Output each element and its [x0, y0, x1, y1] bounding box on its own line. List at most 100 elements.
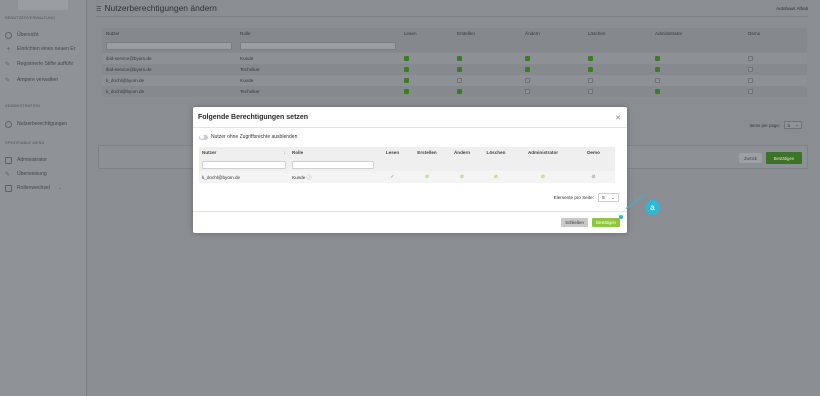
- permission-cell: [584, 53, 651, 64]
- sidebar-item-label: Übersicht: [17, 32, 39, 38]
- admin-cell[interactable]: ⊘: [514, 171, 572, 183]
- hide-users-toggle[interactable]: [199, 134, 208, 140]
- role-cell: Techniker: [240, 89, 260, 94]
- hamburger-icon[interactable]: ☰: [96, 7, 101, 13]
- table-row[interactable]: k_dochl@byom.de Kunde: [102, 75, 807, 86]
- checkbox-checked[interactable]: [457, 67, 462, 73]
- checkbox-unchecked[interactable]: [748, 78, 753, 84]
- permission-cell: [521, 86, 584, 97]
- user-filter-input[interactable]: [106, 42, 232, 50]
- delete-cell[interactable]: ⊘: [478, 171, 514, 183]
- checkbox-unchecked[interactable]: [457, 78, 462, 84]
- checkbox-checked[interactable]: [457, 56, 462, 62]
- checkbox-checked[interactable]: [655, 89, 660, 95]
- column-header[interactable]: Nutzer: [102, 28, 236, 39]
- table-row[interactable]: ibid-service@byom.de Techniker: [102, 64, 807, 75]
- sidebar-logo-bar: [18, 0, 68, 10]
- checkbox-checked[interactable]: [404, 89, 409, 95]
- table-header-row: Nutzer ↓ Rolle Lesen Erstellen Ändern Lös…: [199, 147, 615, 158]
- sidebar-item-permissions[interactable]: Nutzerberechtigungen: [0, 117, 87, 131]
- column-header: Lesen: [404, 31, 417, 36]
- column-header: Ändern: [446, 147, 478, 158]
- checkbox-checked[interactable]: [588, 67, 593, 73]
- permissions-table: Nutzer Rolle Lesen Erstellen Ändern Lösc…: [102, 28, 807, 97]
- checkbox-checked[interactable]: [457, 89, 462, 95]
- back-button[interactable]: Zurück: [739, 153, 762, 163]
- overview-icon: [5, 31, 12, 39]
- table-row[interactable]: ibid-service@byom.de Kunde: [102, 53, 807, 64]
- sidebar-item-administrator[interactable]: Administrator: [0, 153, 87, 167]
- permission-cell: [651, 64, 744, 75]
- checkmark-icon: ✓: [390, 174, 395, 180]
- checkbox-unchecked[interactable]: [655, 78, 660, 84]
- checkbox-unchecked[interactable]: [588, 78, 593, 84]
- column-header: Erstellen: [457, 31, 475, 36]
- sidebar-section-title: ADMINISTRATION: [5, 104, 41, 108]
- divider: [193, 127, 627, 128]
- sidebar: BENUTZERVERWALTUNG Übersicht + Einrichte…: [0, 0, 87, 396]
- checkbox-unchecked[interactable]: [525, 89, 530, 95]
- items-per-page-select[interactable]: 5 ⌄: [784, 121, 802, 129]
- read-cell[interactable]: ✓: [377, 171, 408, 183]
- column-header-user[interactable]: Nutzer ↓: [199, 147, 289, 158]
- permission-cell: [453, 75, 521, 86]
- plus-icon: +: [6, 45, 11, 53]
- confirm-button[interactable]: Bestätigen: [766, 152, 802, 164]
- permission-cell: [584, 86, 651, 97]
- sidebar-section-title: SPEZIFIABLE MENÜ: [5, 141, 45, 145]
- edit-cell[interactable]: ⊘: [446, 171, 478, 183]
- close-icon[interactable]: ✕: [615, 114, 621, 122]
- checkbox-unchecked[interactable]: [748, 89, 753, 95]
- checkbox-checked[interactable]: [404, 67, 409, 73]
- checkbox-unchecked[interactable]: [588, 89, 593, 95]
- sidebar-item-ampere[interactable]: Ampere verwalten: [0, 73, 87, 87]
- demo-cell[interactable]: ⊘: [572, 171, 615, 183]
- sidebar-item-new-setup[interactable]: + Einrichten eines neuen Er: [0, 42, 87, 56]
- checkbox-unchecked[interactable]: [748, 56, 753, 62]
- apply-button[interactable]: Bestätigen: [592, 218, 620, 227]
- page-title: ☰ Nutzerberechtigungen ändern: [96, 3, 217, 13]
- checkbox-checked[interactable]: [404, 56, 409, 62]
- user-name[interactable]: Autohaus Albati: [776, 6, 808, 11]
- checkbox-checked[interactable]: [404, 78, 409, 84]
- checkbox-checked[interactable]: [588, 56, 593, 62]
- check-circle-icon: ⊘: [459, 174, 465, 180]
- column-header[interactable]: Rolle: [289, 147, 377, 158]
- create-cell[interactable]: ⊘: [408, 171, 446, 183]
- permission-cell: [744, 64, 807, 75]
- role-filter-input[interactable]: [240, 42, 396, 50]
- user-cell: ibid-service@byom.de: [106, 56, 152, 61]
- checkbox-checked[interactable]: [655, 67, 660, 73]
- transfer-icon: [5, 171, 12, 178]
- chevron-down-icon: ⌄: [610, 194, 615, 200]
- sidebar-item-registered-pens[interactable]: Registrierte Stifte aufführ: [0, 57, 87, 71]
- elements-per-page-select[interactable]: 5 ⌄: [598, 193, 619, 202]
- sidebar-section-title: BENUTZERVERWALTUNG: [5, 16, 56, 20]
- filter-row: [102, 39, 807, 53]
- column-header[interactable]: Rolle: [236, 28, 400, 39]
- checkbox-unchecked[interactable]: [748, 67, 753, 73]
- info-icon: ⓘ: [306, 174, 312, 181]
- checkbox-checked[interactable]: [525, 56, 530, 62]
- sidebar-item-overview[interactable]: Übersicht: [0, 28, 87, 42]
- checkbox-checked[interactable]: [655, 56, 660, 62]
- sidebar-item-transfer[interactable]: Überweisung: [0, 167, 87, 181]
- hide-users-toggle-row: Nutzer ohne Zugriffsrechte ausblenden: [199, 134, 297, 140]
- column-header: Demo: [572, 147, 615, 158]
- close-button[interactable]: Schließen: [561, 218, 588, 227]
- items-per-page-label: Items per page:: [749, 122, 780, 128]
- permission-cell: [521, 53, 584, 64]
- sidebar-item-role-switch[interactable]: Rollenwechsel ⌄: [0, 181, 87, 195]
- table-row: k_dochl@byom.de Kunde ⓘ ✓ ⊘ ⊘ ⊘ ⊘ ⊘: [199, 171, 615, 183]
- sort-icon: ↓: [283, 150, 286, 155]
- modal-permissions-table: Nutzer ↓ Rolle Lesen Erstellen Ändern Lös…: [199, 147, 615, 183]
- user-filter-input[interactable]: [202, 160, 286, 169]
- column-header: Lesen: [377, 147, 408, 158]
- checkbox-unchecked[interactable]: [525, 78, 530, 84]
- pen-icon: [5, 61, 12, 68]
- role-cell: Kunde: [240, 56, 254, 61]
- checkbox-checked[interactable]: [525, 67, 530, 73]
- role-filter-input[interactable]: [292, 160, 374, 169]
- role-icon: [5, 184, 12, 192]
- table-row[interactable]: k_dochl@byom.de Techniker: [102, 86, 807, 97]
